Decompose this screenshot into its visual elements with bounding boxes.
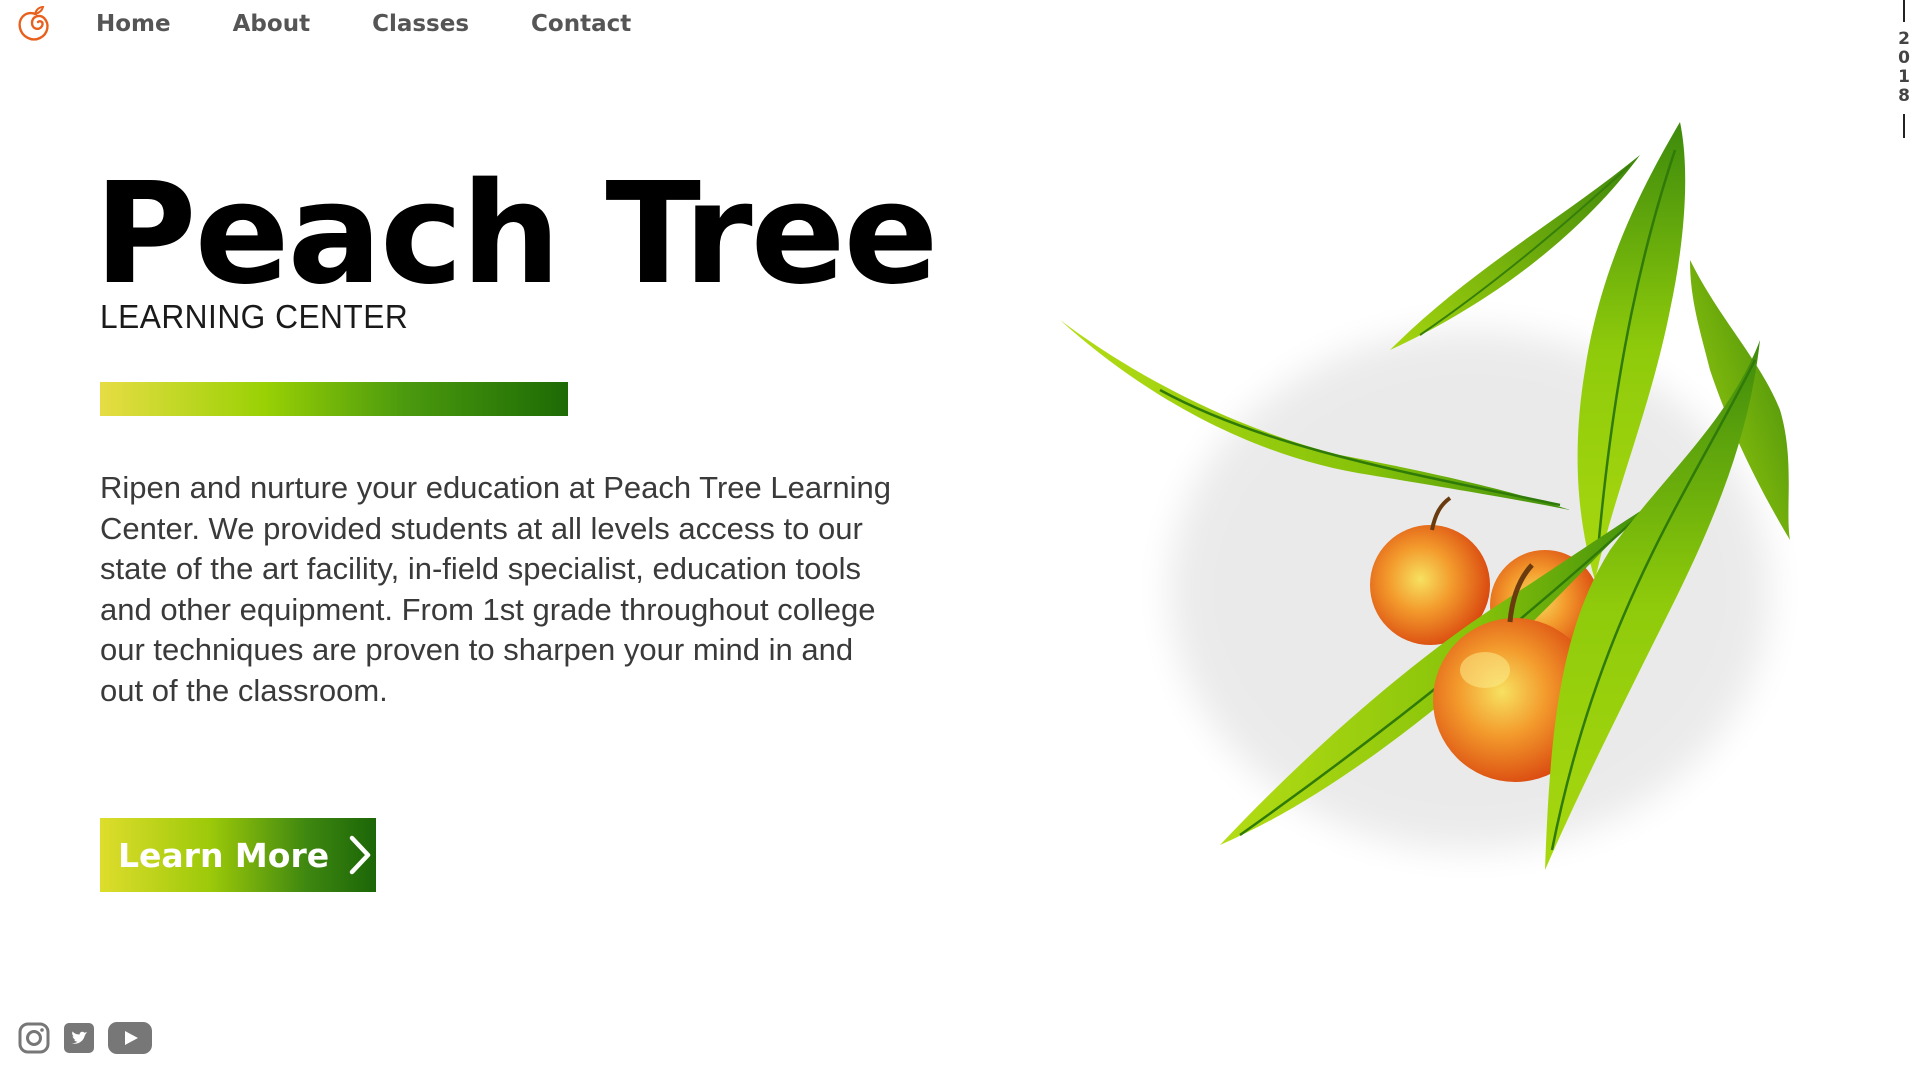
peach-logo-icon[interactable] [14,4,54,44]
year-text: 2018 [1898,29,1910,106]
nav-about-link[interactable]: About [233,8,310,40]
hero-title: Peach Tree [94,153,938,316]
chevron-right-icon [349,835,371,875]
main-nav: Home About Classes Contact [96,8,631,40]
instagram-icon[interactable] [18,1022,50,1059]
nav-contact-link[interactable]: Contact [531,8,631,40]
learn-more-button[interactable]: Learn More [100,818,376,892]
twitter-icon[interactable] [64,1023,94,1058]
hero-subtitle: LEARNING CENTER [100,298,409,335]
year-badge: 2018 [1894,0,1914,138]
learn-more-label: Learn More [118,835,330,875]
gradient-divider [100,382,568,416]
nav-classes-link[interactable]: Classes [372,8,469,40]
year-divider-bottom [1903,114,1905,138]
nav-home-link[interactable]: Home [96,8,171,40]
social-links [18,1022,152,1059]
youtube-icon[interactable] [108,1022,152,1059]
peach-branch-illustration [1040,110,1860,970]
year-divider-top [1903,0,1905,22]
hero-description: Ripen and nurture your education at Peac… [100,470,892,708]
